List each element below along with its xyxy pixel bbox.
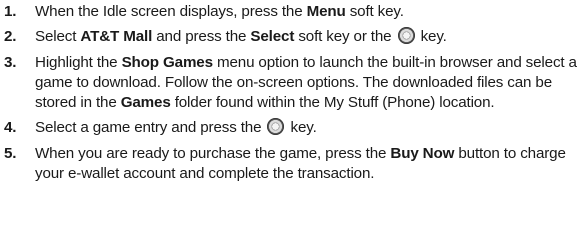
step-text: soft key or the [294, 28, 396, 46]
bold-term: Menu [306, 3, 346, 20]
step-text: soft key. [345, 3, 404, 20]
step-text: When the Idle screen displays, press the [35, 3, 307, 20]
step-number: 5. [4, 144, 17, 162]
center-select-key-icon [267, 118, 285, 136]
step-text: Select a game entry and press the [35, 119, 266, 137]
step-text: Highlight the [35, 53, 122, 71]
step-number: 1. [4, 3, 17, 20]
step-text: folder found within the My Stuff (Phone)… [170, 94, 495, 112]
step-number: 2. [4, 28, 17, 46]
bold-term: Shop Games [121, 53, 213, 71]
step-1: 1. When the Idle screen displays, press t… [0, 2, 587, 22]
bold-term: Select [250, 28, 295, 46]
step-text: Select [35, 28, 81, 46]
bold-term: Games [120, 94, 171, 112]
step-text: key. [286, 119, 317, 137]
step-number: 3. [4, 53, 17, 71]
step-number: 4. [4, 119, 17, 137]
center-select-key-icon [397, 27, 415, 45]
step-text: key. [416, 28, 447, 46]
instruction-document: 1. When the Idle screen displays, press t… [0, 0, 587, 248]
steps-list: 1. When the Idle screen displays, press t… [0, 2, 587, 184]
step-4: 4. Select a game entry and press the key. [0, 118, 587, 138]
step-text: and press the [152, 28, 251, 46]
step-3: 3. Highlight the Shop Games menu option t… [0, 53, 587, 114]
step-2: 2. Select AT&T Mall and press the Select … [0, 27, 587, 47]
bold-term: AT&T Mall [80, 28, 153, 46]
step-5: 5. When you are ready to purchase the gam… [0, 144, 587, 185]
bold-term: Buy Now [390, 144, 455, 162]
step-text: When you are ready to purchase the game,… [35, 144, 391, 162]
